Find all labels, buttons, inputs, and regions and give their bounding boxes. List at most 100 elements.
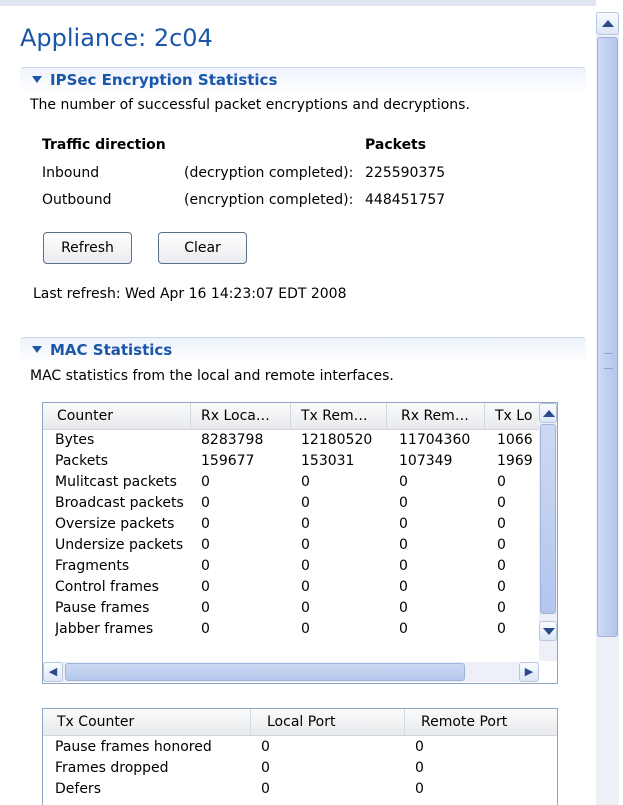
clear-button[interactable]: Clear (158, 232, 247, 264)
scroll-up-button[interactable] (596, 12, 619, 35)
table-cell: Broadcast packets (55, 495, 184, 511)
table-row[interactable]: Fragments 0 0 0 0 (43, 556, 539, 577)
table-cell: 0 (415, 760, 424, 776)
table-row[interactable]: Undersize packets 0 0 0 0 (43, 535, 539, 556)
column-header-local-port[interactable]: Local Port (251, 709, 405, 735)
table-cell: 0 (497, 600, 506, 616)
table-cell: 0 (415, 739, 424, 755)
table-cell: Defers (55, 781, 101, 797)
table-cell: 0 (201, 495, 210, 511)
mac-table-body: Bytes 8283798 12180520 11704360 1066 Packets 1… (43, 430, 539, 660)
column-header-rx-remote[interactable]: Rx Rem… (387, 403, 485, 429)
table-cell: 8283798 (201, 432, 264, 448)
ipsec-section-header[interactable]: IPSec Encryption Statistics (20, 67, 586, 94)
column-header-tx-local[interactable]: Tx Lo (485, 403, 545, 429)
table-row[interactable]: Control frames 0 0 0 0 (43, 577, 539, 598)
table-cell: 0 (497, 621, 506, 637)
table-cell: 0 (201, 558, 210, 574)
column-header-tx-counter[interactable]: Tx Counter (43, 709, 251, 735)
table-row[interactable]: Broadcast packets 0 0 0 0 (43, 493, 539, 514)
table-row[interactable]: Oversize packets 0 0 0 0 (43, 514, 539, 535)
table-cell: 0 (301, 495, 310, 511)
table-cell: 0 (301, 579, 310, 595)
column-header-tx-remote[interactable]: Tx Rem… (291, 403, 387, 429)
traffic-direction-header: Traffic direction (42, 137, 166, 153)
mac-section-header[interactable]: MAC Statistics (20, 337, 586, 364)
table-cell: 0 (261, 739, 270, 755)
table-cell: 0 (201, 621, 210, 637)
collapse-icon (32, 76, 42, 83)
inbound-detail: (decryption completed): (184, 165, 354, 181)
mac-table-vscroll[interactable] (539, 403, 557, 661)
table-row[interactable]: Jabber frames 0 0 0 0 (43, 619, 539, 640)
table-row[interactable]: Frames dropped 0 0 (43, 757, 557, 778)
column-header-counter[interactable]: Counter (43, 403, 191, 429)
table-cell: 0 (301, 516, 310, 532)
table-row[interactable]: Pause frames 0 0 0 0 (43, 598, 539, 619)
table-cell: 1066 (497, 432, 533, 448)
table-hscroll-thumb[interactable] (65, 663, 465, 681)
scroll-thumb[interactable] (597, 37, 618, 637)
column-header-remote-port[interactable]: Remote Port (405, 709, 557, 735)
scroll-left-button[interactable]: ◀ (43, 662, 63, 682)
grip-icon (604, 353, 613, 369)
scroll-up-button[interactable] (539, 403, 557, 423)
tx-counter-table[interactable]: Tx Counter Local Port Remote Port Pause … (42, 708, 558, 805)
ipsec-title-text: IPSec Encryption Statistics (50, 71, 278, 89)
main-vertical-scrollbar[interactable] (596, 12, 619, 805)
outbound-packets: 448451757 (365, 192, 446, 208)
table-cell: 0 (415, 781, 424, 797)
table-cell: 0 (399, 474, 408, 490)
inbound-label: Inbound (42, 165, 100, 181)
table-cell: 0 (399, 621, 408, 637)
table-cell: 0 (201, 474, 210, 490)
table-cell: 0 (497, 516, 506, 532)
table-cell: 0 (201, 600, 210, 616)
table-cell: 0 (497, 558, 506, 574)
table-cell: Jabber frames (55, 621, 154, 637)
scroll-right-button[interactable]: ▶ (519, 662, 539, 682)
table-cell: 0 (261, 760, 270, 776)
column-header-rx-local[interactable]: Rx Loca… (191, 403, 291, 429)
ipsec-section-title: IPSec Encryption Statistics (32, 71, 277, 89)
table-cell: 0 (399, 495, 408, 511)
table-cell: 0 (301, 537, 310, 553)
table-cell: 12180520 (301, 432, 373, 448)
scroll-down-button[interactable] (539, 621, 557, 641)
table-cell: 0 (301, 621, 310, 637)
mac-section-title: MAC Statistics (32, 341, 172, 359)
table-cell: 0 (497, 579, 506, 595)
mac-statistics-table[interactable]: Counter Rx Loca… Tx Rem… Rx Rem… Tx Lo B… (42, 402, 558, 684)
table-cell: Fragments (55, 558, 130, 574)
table-cell: Mulitcast packets (55, 474, 177, 490)
table-cell: Pause frames honored (55, 739, 212, 755)
mac-description: MAC statistics from the local and remote… (30, 368, 394, 384)
table-cell: 0 (201, 579, 210, 595)
mac-table-hscroll[interactable]: ◀ ▶ (43, 662, 539, 682)
table-cell: 0 (261, 781, 270, 797)
inbound-packets: 225590375 (365, 165, 446, 181)
table-row[interactable]: Mulitcast packets 0 0 0 0 (43, 472, 539, 493)
table-cell: 0 (399, 579, 408, 595)
refresh-button[interactable]: Refresh (43, 232, 132, 264)
table-cell: 0 (497, 474, 506, 490)
table-row[interactable]: Defers 0 0 (43, 778, 557, 799)
table-row[interactable]: Bytes 8283798 12180520 11704360 1066 (43, 430, 539, 451)
table-cell: 11704360 (399, 432, 471, 448)
appliance-view: Appliance: 2c04 IPSec Encryption Statist… (0, 6, 594, 805)
table-cell: Control frames (55, 579, 159, 595)
table-cell: 0 (399, 537, 408, 553)
table-cell: Bytes (55, 432, 95, 448)
table-cell: 107349 (399, 453, 453, 469)
table-cell: 0 (201, 537, 210, 553)
table-cell: Packets (55, 453, 109, 469)
table-scroll-thumb[interactable] (540, 424, 556, 614)
table-cell: 0 (497, 537, 506, 553)
collapse-icon (32, 346, 42, 353)
table-cell: 1969 (497, 453, 533, 469)
outbound-detail: (encryption completed): (184, 192, 354, 208)
table-row[interactable]: Packets 159677 153031 107349 1969 (43, 451, 539, 472)
table-row[interactable]: Pause frames honored 0 0 (43, 736, 557, 757)
tx-table-header: Tx Counter Local Port Remote Port (43, 709, 557, 736)
table-cell: 0 (399, 558, 408, 574)
